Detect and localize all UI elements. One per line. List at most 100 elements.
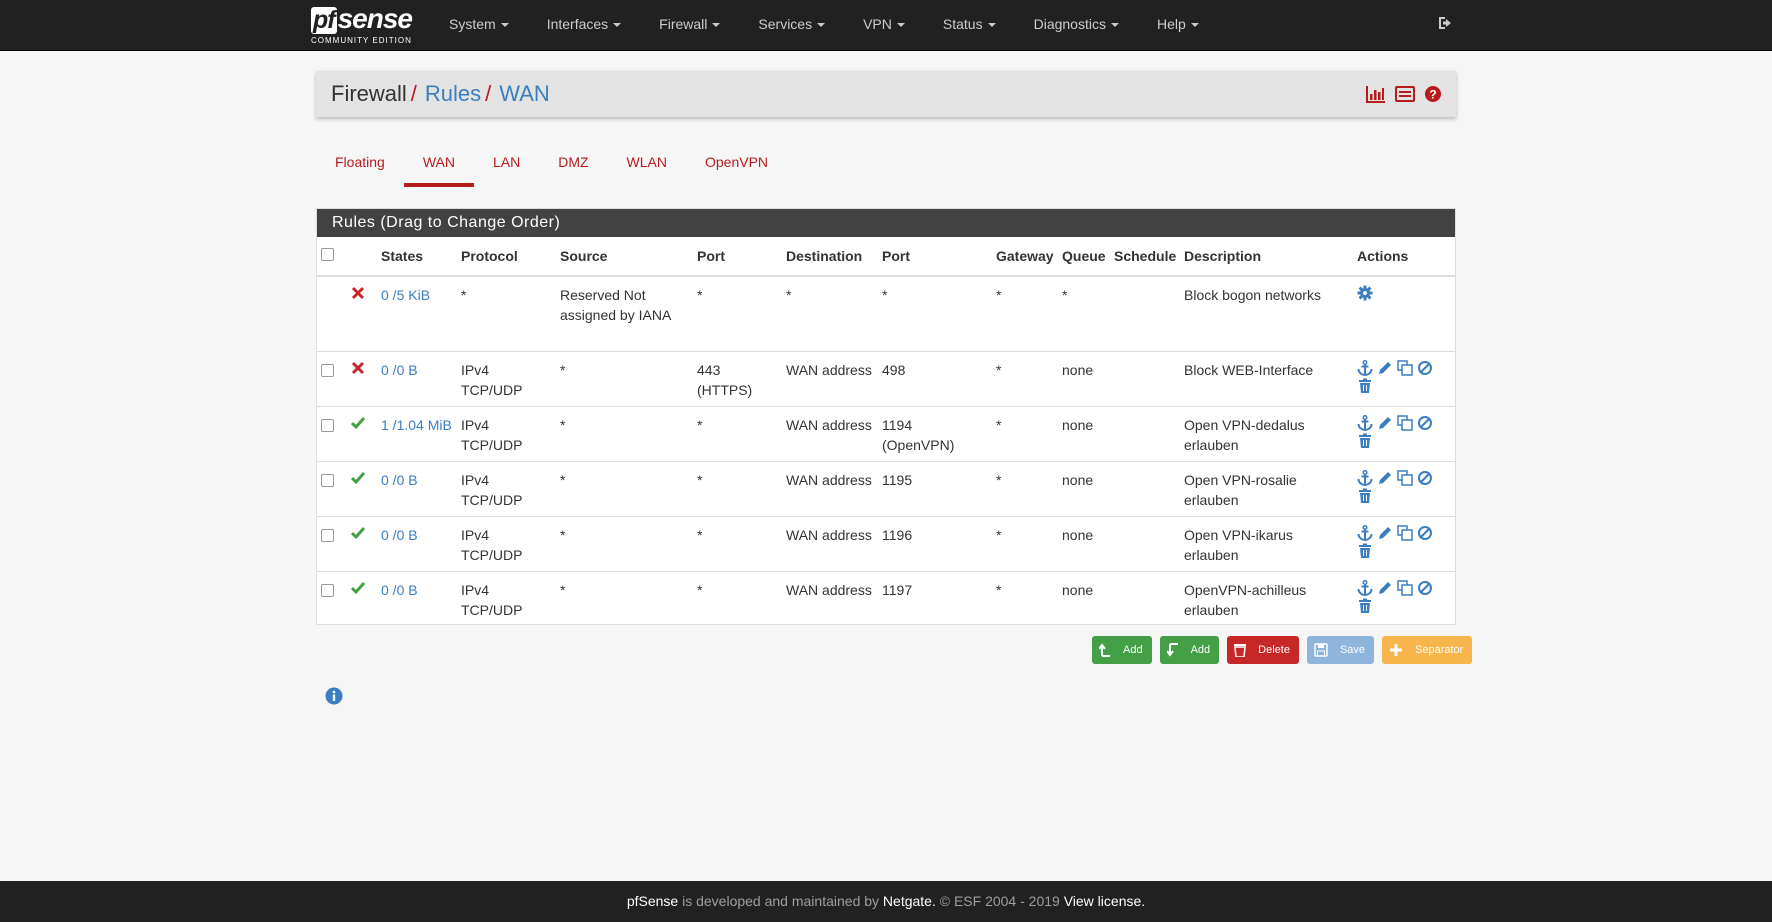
pencil-icon[interactable] <box>1377 470 1393 486</box>
save-button[interactable]: Save <box>1306 636 1375 664</box>
row-checkbox[interactable] <box>321 529 334 542</box>
destination-port-cell: 1196 <box>878 516 992 572</box>
states-link[interactable]: 1 /1.04 MiB <box>381 417 452 433</box>
schedule-cell <box>1110 516 1180 572</box>
menu-status[interactable]: Status <box>924 0 1015 50</box>
anchor-icon[interactable] <box>1357 470 1373 486</box>
caret-down-icon <box>1190 23 1199 28</box>
menu-services[interactable]: Services <box>739 0 844 50</box>
description-cell: Block WEB-Interface <box>1180 351 1353 407</box>
menu-interfaces[interactable]: Interfaces <box>528 0 640 50</box>
table-row[interactable]: 0 /0 B IPv4 TCP/UDP * * WAN address 1196… <box>317 516 1455 572</box>
chart-icon[interactable] <box>1366 85 1386 103</box>
table-row[interactable]: 0 /0 B IPv4 TCP/UDP * * WAN address 1195… <box>317 461 1455 517</box>
pencil-icon[interactable] <box>1377 415 1393 431</box>
states-link[interactable]: 0 /0 B <box>381 362 418 378</box>
table-row[interactable]: 0 /5 KiB * Reserved Not assigned by IANA… <box>317 275 1455 352</box>
tab-lan[interactable]: LAN <box>474 148 539 186</box>
gear-icon[interactable] <box>1357 285 1373 304</box>
trash-icon[interactable] <box>1357 433 1373 449</box>
info-icon[interactable] <box>325 687 343 708</box>
logout-icon[interactable] <box>1437 15 1455 33</box>
anchor-icon[interactable] <box>1357 525 1373 541</box>
tab-wlan[interactable]: WLAN <box>608 148 686 186</box>
table-row[interactable]: 0 /0 B IPv4 TCP/UDP * 443 (HTTPS) WAN ad… <box>317 351 1455 407</box>
footer-product-link[interactable]: pfSense <box>627 893 678 909</box>
row-checkbox[interactable] <box>321 474 334 487</box>
col-states: States <box>377 237 457 277</box>
states-link[interactable]: 0 /0 B <box>381 527 418 543</box>
logo-pf: pf <box>311 6 337 34</box>
destination-port-cell: 1194 (OpenVPN) <box>878 406 992 462</box>
anchor-icon[interactable] <box>1357 360 1373 376</box>
copy-icon[interactable] <box>1397 415 1413 431</box>
trash-icon <box>1234 644 1247 657</box>
pencil-icon[interactable] <box>1377 580 1393 596</box>
row-checkbox[interactable] <box>321 584 334 597</box>
select-all-checkbox[interactable] <box>321 248 334 261</box>
disable-icon[interactable] <box>1417 360 1433 376</box>
separator-label: Separator <box>1415 644 1464 656</box>
trash-icon[interactable] <box>1357 488 1373 504</box>
add-top-button[interactable]: Add <box>1092 636 1152 664</box>
disable-icon[interactable] <box>1417 525 1433 541</box>
tab-dmz[interactable]: DMZ <box>539 148 607 186</box>
menu-vpn[interactable]: VPN <box>844 0 924 50</box>
row-select-cell <box>317 406 347 462</box>
add-bottom-button[interactable]: Add <box>1159 636 1220 664</box>
copy-icon[interactable] <box>1397 470 1413 486</box>
menu-label: Firewall <box>659 16 708 32</box>
gateway-cell: * <box>992 275 1058 352</box>
states-link[interactable]: 0 /5 KiB <box>381 287 430 303</box>
footer-company-link[interactable]: Netgate. <box>883 893 936 909</box>
trash-icon[interactable] <box>1357 598 1373 614</box>
delete-button[interactable]: Delete <box>1227 636 1299 664</box>
copy-icon[interactable] <box>1397 580 1413 596</box>
anchor-icon[interactable] <box>1357 415 1373 431</box>
source-port-cell: * <box>693 516 782 572</box>
trash-icon[interactable] <box>1357 378 1373 394</box>
row-checkbox[interactable] <box>321 364 334 377</box>
tab-wan[interactable]: WAN <box>403 148 474 187</box>
tab-openvpn[interactable]: OpenVPN <box>686 148 787 186</box>
breadcrumb-wan[interactable]: WAN <box>499 81 550 106</box>
disable-icon[interactable] <box>1417 580 1433 596</box>
copy-icon[interactable] <box>1397 525 1413 541</box>
menu-firewall[interactable]: Firewall <box>640 0 739 50</box>
pass-icon <box>347 516 377 572</box>
states-link[interactable]: 0 /0 B <box>381 472 418 488</box>
queue-cell: none <box>1058 571 1110 626</box>
add-separator-button[interactable]: Separator <box>1382 636 1473 664</box>
caret-down-icon <box>896 23 905 28</box>
menu-system[interactable]: System <box>430 0 528 50</box>
destination-cell: WAN address <box>782 571 878 626</box>
row-checkbox[interactable] <box>321 419 334 432</box>
pfsense-logo[interactable]: pf sense COMMUNITY EDITION <box>311 4 421 48</box>
source-cell: * <box>556 351 693 407</box>
list-icon[interactable] <box>1395 85 1415 103</box>
pencil-icon[interactable] <box>1377 525 1393 541</box>
disable-icon[interactable] <box>1417 470 1433 486</box>
trash-icon[interactable] <box>1357 543 1373 559</box>
block-icon <box>347 275 377 352</box>
caret-down-icon <box>817 23 826 28</box>
description-cell: Open VPN-rosalie erlauben <box>1180 461 1353 517</box>
footer-license-link[interactable]: View license. <box>1064 893 1145 909</box>
help-icon[interactable]: ? <box>1424 85 1442 103</box>
pencil-icon[interactable] <box>1377 360 1393 376</box>
disable-icon[interactable] <box>1417 415 1433 431</box>
states-link[interactable]: 0 /0 B <box>381 582 418 598</box>
table-row[interactable]: 0 /0 B IPv4 TCP/UDP * * WAN address 1197… <box>317 571 1455 626</box>
breadcrumb-rules[interactable]: Rules <box>425 81 481 106</box>
pass-icon <box>347 461 377 517</box>
gateway-cell: * <box>992 571 1058 626</box>
copy-icon[interactable] <box>1397 360 1413 376</box>
tab-floating[interactable]: Floating <box>316 148 404 186</box>
pass-icon <box>347 571 377 626</box>
row-select-cell <box>317 461 347 517</box>
menu-help[interactable]: Help <box>1138 0 1218 50</box>
destination-port-cell: 1195 <box>878 461 992 517</box>
table-row[interactable]: 1 /1.04 MiB IPv4 TCP/UDP * * WAN address… <box>317 406 1455 462</box>
anchor-icon[interactable] <box>1357 580 1373 596</box>
menu-diagnostics[interactable]: Diagnostics <box>1015 0 1138 50</box>
